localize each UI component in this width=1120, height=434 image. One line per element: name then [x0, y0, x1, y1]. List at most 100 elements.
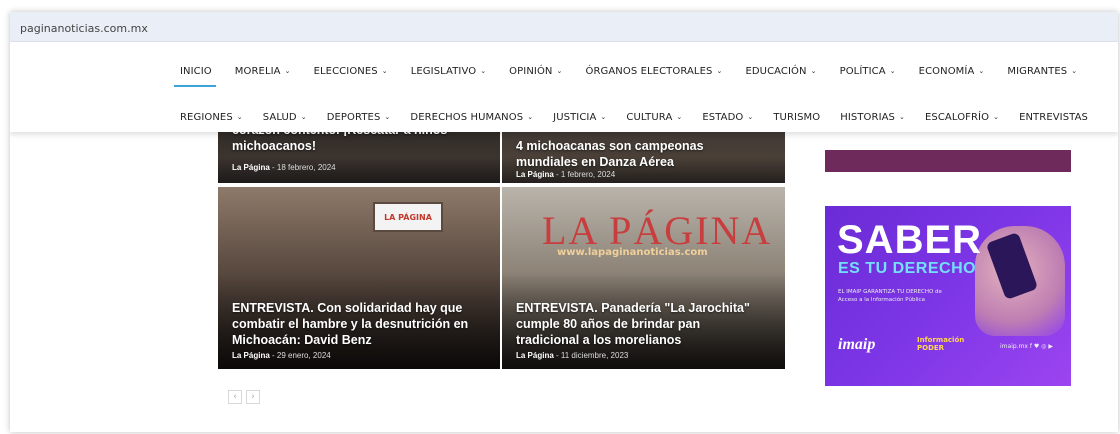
- news-card[interactable]: LA PÁGINA ENTREVISTA. Con solidaridad ha…: [218, 187, 500, 369]
- chevron-down-icon: ⌄: [676, 113, 683, 121]
- card-meta: La Página - 18 febrero, 2024: [232, 163, 336, 172]
- nav-item-inicio[interactable]: INICIO: [170, 66, 222, 87]
- nav-item-opinión[interactable]: OPINIÓN ⌄: [499, 66, 572, 77]
- partner-line1: Información: [917, 336, 965, 344]
- ad-social: imaip.mx f ♥ ◎ ▶: [1000, 343, 1053, 350]
- card-meta: La Página - 11 diciembre, 2023: [516, 351, 629, 360]
- card-meta: La Página - 1 febrero, 2024: [516, 170, 616, 179]
- partner-logo: Información PODER: [917, 336, 964, 352]
- nav-item-historias[interactable]: HISTORIAS ⌄: [830, 112, 915, 123]
- brand-wall-url: www.lapaginanoticias.com: [557, 247, 708, 258]
- nav-item-label: OPINIÓN: [509, 66, 553, 77]
- imaip-logo: imaip: [838, 336, 876, 353]
- ad-headline: SABER: [837, 218, 983, 262]
- card-title-line[interactable]: mundiales en Danza Aérea: [516, 154, 674, 170]
- nav-item-label: ESTADO: [702, 112, 744, 123]
- nav-item-label: ELECCIONES: [313, 66, 378, 77]
- card-author[interactable]: La Página: [516, 351, 554, 360]
- chevron-down-icon: ⌄: [889, 67, 896, 75]
- nav-item-escalofrío[interactable]: ESCALOFRÍO ⌄: [915, 112, 1009, 123]
- nav-item-label: CULTURA: [626, 112, 673, 123]
- nav-item-órganos-electorales[interactable]: ÓRGANOS ELECTORALES ⌄: [575, 66, 732, 77]
- banner-ad-strip[interactable]: [825, 150, 1071, 172]
- nav-row-primary: INICIO MORELIA ⌄ ELECCIONES ⌄ LEGISLATIVO ⌄ OPI…: [170, 66, 1090, 87]
- card-date: 18 febrero, 2024: [276, 163, 336, 172]
- nav-item-legislativo[interactable]: LEGISLATIVO ⌄: [401, 66, 496, 77]
- nav-item-label: POLÍTICA: [839, 66, 886, 77]
- nav-item-label: JUSTICIA: [553, 112, 597, 123]
- main-navigation: INICIO MORELIA ⌄ ELECCIONES ⌄ LEGISLATIVO ⌄ OPI…: [10, 42, 1118, 132]
- card-title-line[interactable]: 4 michoacanas son campeonas: [516, 138, 704, 154]
- chevron-down-icon: ⌄: [716, 67, 723, 75]
- nav-item-entrevistas[interactable]: ENTREVISTAS: [1009, 112, 1098, 123]
- nav-item-label: TURISMO: [773, 112, 821, 123]
- chevron-down-icon: ⌄: [899, 113, 905, 121]
- nav-item-salud[interactable]: SALUD ⌄: [253, 112, 317, 123]
- nav-item-label: DERECHOS HUMANOS: [410, 112, 524, 123]
- card-title-line[interactable]: ENTREVISTA. Panadería "La Jarochita": [516, 300, 750, 316]
- card-author[interactable]: La Página: [516, 170, 554, 179]
- ad-body: EL IMAIP GARANTIZA TU DERECHO de Acceso …: [838, 289, 942, 303]
- url-text: paginanoticias.com.mx: [20, 22, 148, 35]
- nav-item-economía[interactable]: ECONOMÍA ⌄: [909, 66, 995, 77]
- card-title-line[interactable]: cumple 80 años de brindar pan: [516, 316, 700, 332]
- prev-arrow-icon[interactable]: ‹: [228, 390, 242, 404]
- nav-item-label: SALUD: [262, 112, 297, 123]
- card-author[interactable]: La Página: [232, 351, 270, 360]
- chevron-down-icon: ⌄: [1071, 67, 1078, 75]
- chevron-down-icon: ⌄: [284, 67, 291, 75]
- nav-item-morelia[interactable]: MORELIA ⌄: [225, 66, 301, 77]
- nav-item-política[interactable]: POLÍTICA ⌄: [830, 66, 906, 77]
- chevron-down-icon: ⌄: [978, 67, 985, 75]
- card-title-line[interactable]: combatir el hambre y la desnutrición en: [232, 316, 468, 332]
- nav-item-label: DEPORTES: [326, 112, 381, 123]
- url-bar[interactable]: paginanoticias.com.mx: [10, 12, 1118, 42]
- card-title-line[interactable]: ENTREVISTA. Con solidaridad hay que: [232, 300, 462, 316]
- carousel-pager: ‹ ›: [228, 390, 260, 404]
- card-author[interactable]: La Página: [232, 163, 270, 172]
- nav-item-regiones[interactable]: REGIONES ⌄: [170, 112, 253, 123]
- nav-item-cultura[interactable]: CULTURA ⌄: [616, 112, 692, 123]
- next-arrow-icon[interactable]: ›: [246, 390, 260, 404]
- nav-item-deportes[interactable]: DEPORTES ⌄: [317, 112, 401, 123]
- card-date: 1 febrero, 2024: [560, 170, 616, 179]
- ad-subheadline: ES TU DERECHO: [838, 260, 977, 277]
- chevron-down-icon: ⌄: [810, 67, 817, 75]
- nav-item-justicia[interactable]: JUSTICIA ⌄: [543, 112, 616, 123]
- chevron-down-icon: ⌄: [384, 113, 391, 121]
- nav-item-label: ECONOMÍA: [918, 66, 975, 77]
- card-date: 11 diciembre, 2023: [560, 351, 629, 360]
- nav-item-label: EDUCACIÓN: [745, 66, 807, 77]
- nav-item-label: ENTREVISTAS: [1019, 112, 1088, 123]
- card-title-line[interactable]: Michoacán: David Benz: [232, 332, 372, 348]
- nav-item-label: MORELIA: [234, 66, 281, 77]
- nav-item-label: ÓRGANOS ELECTORALES: [585, 66, 713, 77]
- banner-ad-imaip[interactable]: SABER ES TU DERECHO EL IMAIP GARANTIZA T…: [825, 206, 1071, 386]
- card-date: 29 enero, 2024: [276, 351, 331, 360]
- card-meta: La Página - 29 enero, 2024: [232, 351, 331, 360]
- nav-row-secondary: REGIONES ⌄ SALUD ⌄ DEPORTES ⌄ DERECHOS HUMANOS…: [170, 112, 1098, 123]
- nav-item-turismo[interactable]: TURISMO: [763, 112, 830, 123]
- chevron-down-icon: ⌄: [480, 67, 487, 75]
- chevron-down-icon: ⌄: [381, 67, 388, 75]
- nav-item-estado[interactable]: ESTADO ⌄: [692, 112, 763, 123]
- chevron-down-icon: ⌄: [300, 113, 307, 121]
- news-card[interactable]: LA PÁGINA www.lapaginanoticias.com ENTRE…: [502, 187, 785, 369]
- nav-item-label: INICIO: [180, 66, 212, 77]
- nav-item-label: MIGRANTES: [1007, 66, 1068, 77]
- nav-item-elecciones[interactable]: ELECCIONES ⌄: [304, 66, 398, 77]
- chevron-down-icon: ⌄: [747, 113, 754, 121]
- nav-item-label: REGIONES: [180, 112, 233, 123]
- nav-item-label: HISTORIAS: [840, 112, 896, 123]
- nav-item-label: LEGISLATIVO: [410, 66, 477, 77]
- chevron-down-icon: ⌄: [527, 113, 534, 121]
- nav-item-derechos-humanos[interactable]: DERECHOS HUMANOS ⌄: [400, 112, 543, 123]
- card-title-line[interactable]: michoacanos!: [232, 138, 316, 154]
- partner-line2: PODER: [917, 344, 945, 352]
- nav-item-migrantes[interactable]: MIGRANTES ⌄: [997, 66, 1087, 77]
- chevron-down-icon: ⌄: [993, 113, 1000, 121]
- chevron-down-icon: ⌄: [236, 113, 243, 121]
- card-title-line[interactable]: tradicional a los morelianos: [516, 332, 681, 348]
- nav-item-educación[interactable]: EDUCACIÓN ⌄: [735, 66, 826, 77]
- studio-sign: LA PÁGINA: [373, 202, 443, 232]
